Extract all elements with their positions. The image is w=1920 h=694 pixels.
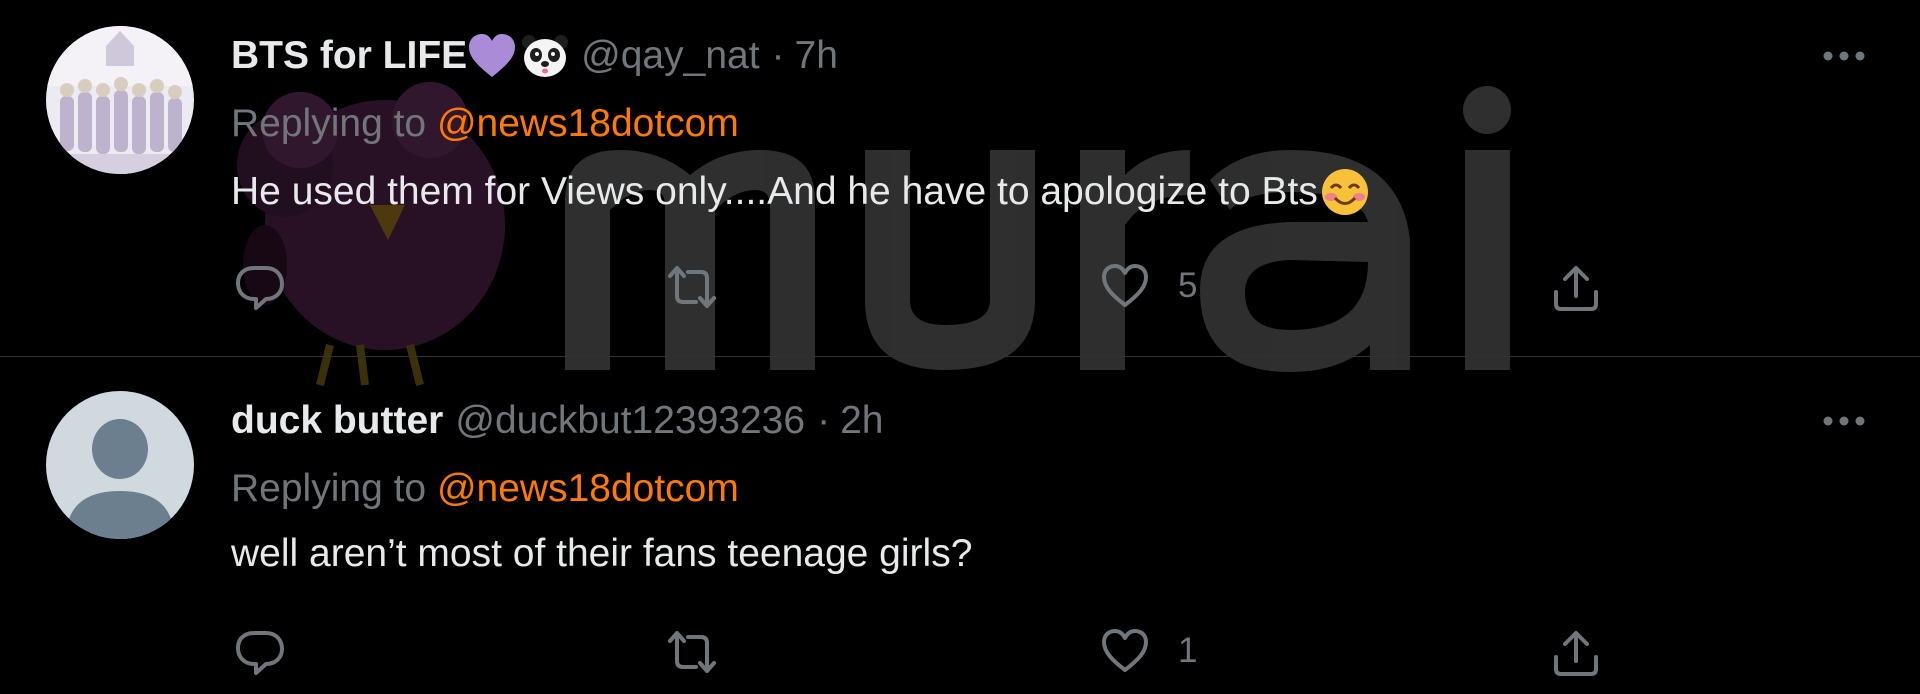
share-button[interactable] [1550, 262, 1602, 314]
separator: · [817, 399, 831, 442]
tweet-body: well aren’t most of their fans teenage g… [231, 532, 973, 575]
timestamp[interactable]: 7h [795, 34, 838, 78]
tweet-text: well aren’t most of their fans teenage g… [231, 532, 972, 576]
reply-button[interactable] [234, 627, 314, 677]
share-icon [1550, 262, 1602, 314]
handle[interactable]: @duckbut12393236 [455, 399, 805, 443]
display-name[interactable]: BTS for LIFE [231, 34, 467, 78]
like-count: 5 [1178, 266, 1198, 305]
tweet[interactable]: duck butter @duckbut12393236 · 2h Replyi… [0, 357, 1920, 694]
like-count: 1 [1178, 631, 1198, 670]
reply-icon [234, 262, 286, 312]
separator: · [771, 34, 785, 77]
avatar[interactable] [46, 391, 194, 539]
timestamp[interactable]: 2h [840, 399, 883, 443]
tweet-header: BTS for LIFE @qay_nat · 7h [231, 28, 838, 84]
tweet-text: He used them for Views only....And he ha… [231, 167, 1370, 217]
mention-link[interactable]: @news18dotcom [437, 467, 739, 510]
replying-to: Replying to @news18dotcom [231, 467, 739, 511]
tweet[interactable]: BTS for LIFE @qay_nat · 7h Replying to @… [0, 0, 1920, 357]
like-button[interactable]: 5 [1100, 262, 1197, 310]
share-icon [1550, 627, 1602, 679]
like-button[interactable]: 1 [1100, 627, 1197, 675]
retweet-button[interactable] [662, 627, 750, 677]
purple-heart-icon [467, 33, 517, 79]
more-icon[interactable] [1814, 401, 1874, 441]
replying-prefix: Replying to [231, 467, 437, 510]
reply-icon [234, 627, 286, 677]
display-name[interactable]: duck butter [231, 399, 443, 443]
mention-link[interactable]: @news18dotcom [437, 102, 739, 145]
handle[interactable]: @qay_nat [581, 34, 759, 78]
replying-prefix: Replying to [231, 102, 437, 145]
avatar[interactable] [46, 26, 194, 174]
replying-to: Replying to @news18dotcom [231, 102, 739, 146]
like-icon [1100, 262, 1150, 310]
retweet-icon [662, 262, 722, 312]
more-icon[interactable] [1814, 36, 1874, 76]
share-button[interactable] [1550, 627, 1602, 679]
panda-face-icon [521, 33, 569, 79]
reply-button[interactable] [234, 262, 314, 312]
tweet-body: He used them for Views only....And he ha… [231, 170, 1318, 213]
retweet-icon [662, 627, 722, 677]
retweet-button[interactable] [662, 262, 750, 312]
like-icon [1100, 627, 1150, 675]
tweet-header: duck butter @duckbut12393236 · 2h [231, 393, 883, 449]
smiling-face-with-blush-icon [1320, 167, 1370, 217]
